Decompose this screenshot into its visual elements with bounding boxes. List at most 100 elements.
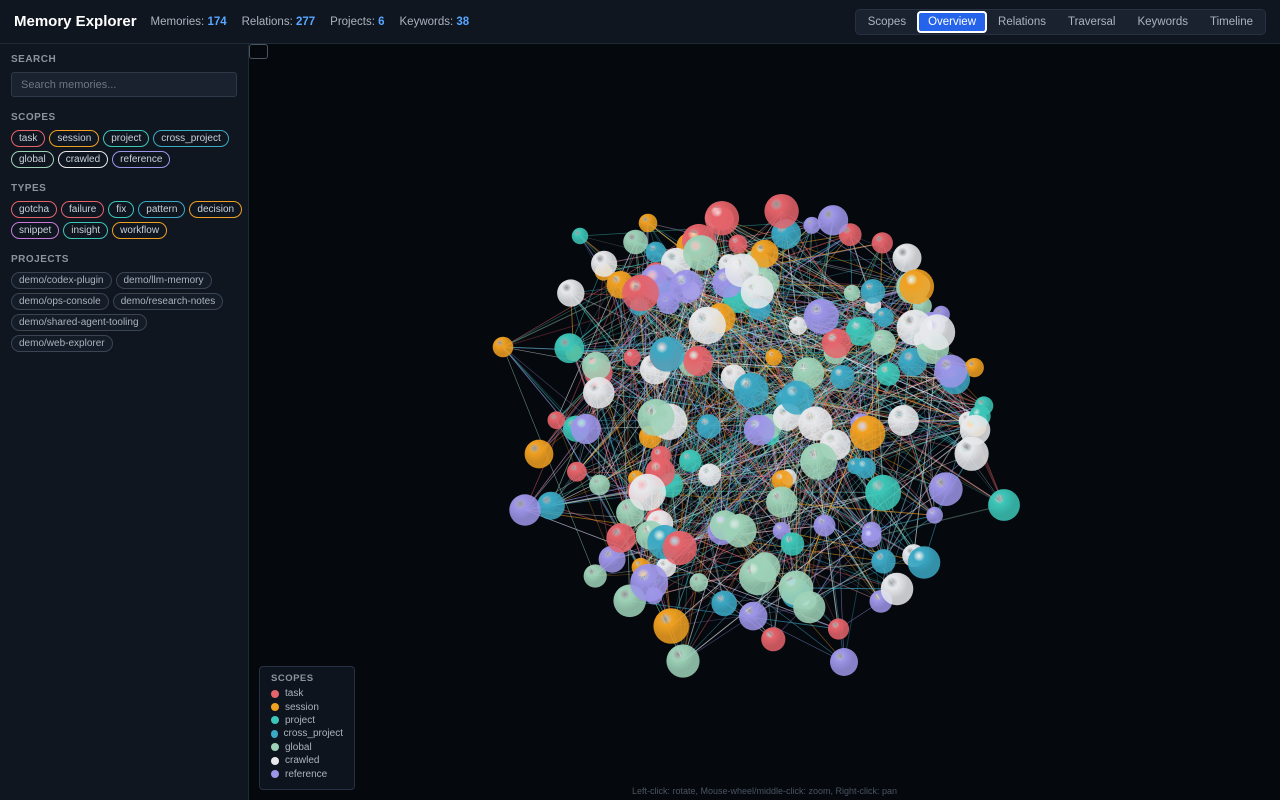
type-chip-fix[interactable]: fix	[108, 201, 135, 218]
type-chip-gotcha[interactable]: gotcha	[11, 201, 58, 218]
memory-node[interactable]	[738, 557, 777, 596]
memory-node[interactable]	[919, 314, 956, 351]
memory-node[interactable]	[855, 457, 876, 479]
memory-node[interactable]	[817, 205, 849, 236]
memory-node[interactable]	[492, 336, 514, 358]
type-chip-workflow[interactable]: workflow	[112, 222, 168, 239]
graph-visualization[interactable]	[249, 44, 1280, 800]
memory-node[interactable]	[843, 284, 861, 302]
memory-node[interactable]	[928, 472, 963, 506]
tab-overview[interactable]: Overview	[917, 11, 988, 33]
memory-node[interactable]	[698, 463, 721, 487]
scope-chip-crawled[interactable]: crawled	[57, 151, 109, 168]
memory-node[interactable]	[988, 489, 1020, 521]
memory-node[interactable]	[557, 279, 585, 307]
memory-node[interactable]	[509, 494, 541, 526]
type-chip-insight[interactable]: insight	[63, 222, 109, 239]
scope-chip-cross-project[interactable]: cross_project	[153, 130, 229, 147]
project-chip-demo-codex-plugin[interactable]: demo/codex-plugin	[11, 272, 112, 289]
memory-node[interactable]	[570, 413, 602, 445]
memory-node[interactable]	[813, 514, 836, 537]
memory-node[interactable]	[630, 563, 669, 602]
memory-node[interactable]	[954, 436, 989, 471]
memory-node[interactable]	[800, 442, 838, 480]
memory-node[interactable]	[554, 333, 585, 364]
memory-node[interactable]	[689, 573, 709, 592]
tab-relations[interactable]: Relations	[987, 11, 1057, 33]
project-chip-demo-web-explorer[interactable]: demo/web-explorer	[11, 335, 113, 352]
memory-node[interactable]	[871, 232, 893, 254]
project-chip-demo-llm-memory[interactable]: demo/llm-memory	[115, 272, 212, 289]
memory-node[interactable]	[871, 549, 896, 574]
memory-node[interactable]	[649, 336, 685, 372]
memory-node[interactable]	[860, 279, 886, 304]
memory-node[interactable]	[628, 473, 666, 511]
tab-traversal[interactable]: Traversal	[1057, 11, 1127, 33]
memory-node[interactable]	[662, 530, 697, 566]
memory-node[interactable]	[907, 546, 941, 579]
project-chip-demo-research-notes[interactable]: demo/research-notes	[112, 293, 224, 310]
memory-node[interactable]	[830, 648, 858, 676]
memory-node[interactable]	[711, 590, 737, 617]
type-chip-snippet[interactable]: snippet	[11, 222, 60, 239]
memory-node[interactable]	[827, 618, 850, 640]
memory-node[interactable]	[874, 307, 894, 328]
memory-node[interactable]	[926, 506, 943, 524]
memory-node[interactable]	[623, 348, 641, 367]
memory-node[interactable]	[865, 474, 902, 511]
memory-node[interactable]	[666, 644, 700, 678]
type-chip-decision[interactable]: decision	[189, 201, 243, 218]
scope-chip-session[interactable]: session	[49, 130, 100, 147]
scope-chip-global[interactable]: global	[11, 151, 54, 168]
tab-timeline[interactable]: Timeline	[1199, 11, 1264, 33]
memory-node[interactable]	[722, 513, 757, 548]
tab-keywords[interactable]: Keywords	[1126, 11, 1199, 33]
memory-node[interactable]	[733, 372, 769, 408]
memory-node[interactable]	[778, 570, 814, 606]
memory-node[interactable]	[679, 449, 702, 472]
memory-node[interactable]	[764, 194, 799, 229]
memory-node[interactable]	[849, 415, 886, 451]
scope-chip-task[interactable]: task	[11, 130, 46, 147]
memory-node[interactable]	[798, 406, 833, 441]
memory-node[interactable]	[765, 349, 783, 366]
memory-node[interactable]	[743, 414, 775, 446]
memory-node[interactable]	[830, 365, 855, 390]
scope-chip-reference[interactable]: reference	[112, 151, 171, 168]
memory-node[interactable]	[761, 627, 786, 652]
memory-node[interactable]	[934, 354, 968, 388]
canvas-toggle-button[interactable]	[249, 44, 268, 59]
tab-scopes[interactable]: Scopes	[857, 11, 917, 33]
scope-chip-project[interactable]: project	[103, 130, 150, 147]
memory-node[interactable]	[766, 486, 798, 518]
memory-node[interactable]	[861, 527, 882, 548]
memory-node[interactable]	[728, 234, 748, 254]
type-chip-pattern[interactable]: pattern	[138, 201, 186, 218]
memory-node[interactable]	[567, 461, 587, 482]
memory-node[interactable]	[622, 274, 659, 312]
project-chip-demo-ops-console[interactable]: demo/ops-console	[11, 293, 109, 310]
memory-node[interactable]	[725, 253, 759, 288]
memory-node[interactable]	[899, 269, 935, 304]
graph-canvas[interactable]: SCOPES task session project cross_project gl…	[249, 44, 1280, 800]
memory-node[interactable]	[536, 491, 565, 520]
type-chip-failure[interactable]: failure	[61, 201, 105, 218]
memory-node[interactable]	[683, 235, 719, 271]
memory-node[interactable]	[637, 398, 675, 437]
memory-node[interactable]	[880, 572, 914, 606]
memory-node[interactable]	[704, 201, 740, 236]
memory-node[interactable]	[803, 298, 840, 334]
memory-node[interactable]	[606, 523, 636, 553]
memory-node[interactable]	[638, 213, 658, 233]
memory-node[interactable]	[581, 351, 611, 381]
memory-node[interactable]	[696, 414, 721, 439]
memory-node[interactable]	[876, 362, 900, 386]
memory-node[interactable]	[892, 243, 922, 273]
memory-node[interactable]	[524, 439, 554, 469]
memory-node[interactable]	[571, 227, 589, 245]
memory-node[interactable]	[583, 377, 615, 409]
project-chip-demo-shared-agent-tooling[interactable]: demo/shared-agent-tooling	[11, 314, 147, 331]
memory-node[interactable]	[623, 229, 648, 255]
memory-node[interactable]	[780, 532, 805, 556]
memory-node[interactable]	[738, 601, 768, 631]
